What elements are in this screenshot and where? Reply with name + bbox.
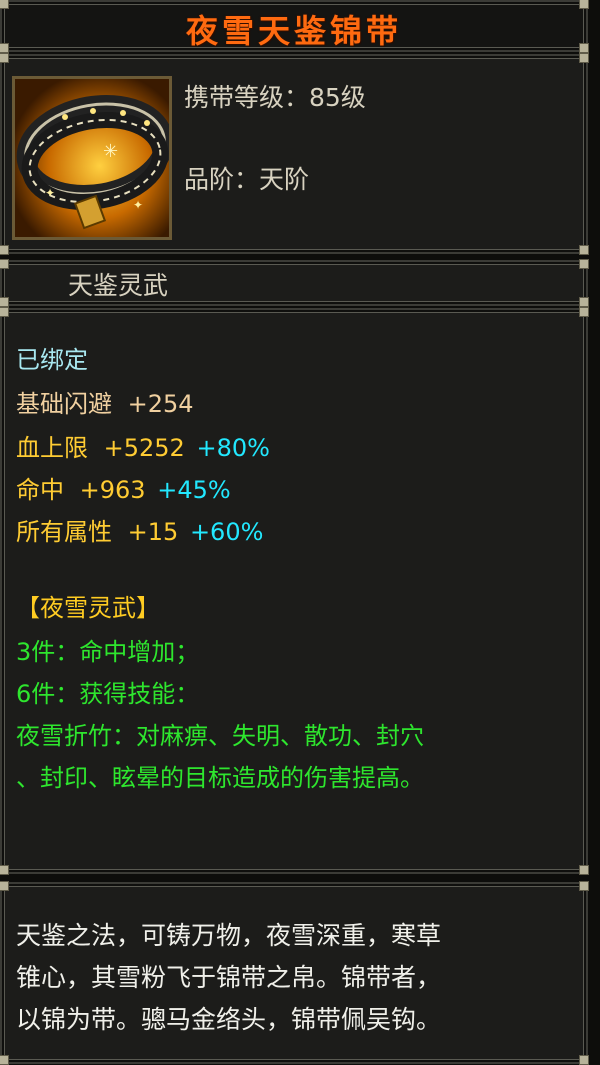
belt-icon: ✳ ✦ ✦ — [15, 79, 169, 237]
stat-value: +254 — [127, 390, 194, 418]
stat-label: 所有属性 — [16, 518, 112, 546]
stat-hit: 命中 +963 +45% — [16, 470, 231, 505]
stat-label: 血上限 — [16, 434, 88, 462]
bound-status: 已绑定 — [16, 346, 88, 374]
set-name: 天鉴灵武 — [68, 271, 169, 300]
svg-text:✦: ✦ — [133, 198, 143, 212]
tooltip-title-bar: 夜雪天鉴锦带 — [0, 0, 589, 53]
description-line: 锥心，其雪粉飞于锦带之帛。锦带者， — [16, 963, 442, 992]
stat-bonus: +80% — [196, 434, 270, 462]
svg-text:✳: ✳ — [103, 141, 118, 162]
stat-base-dodge: 基础闪避 +254 — [16, 384, 194, 419]
set-bonus-6pc: 6件：获得技能： — [16, 680, 200, 708]
description-line: 天鉴之法，可铸万物，夜雪深重，寒草 — [16, 921, 442, 950]
item-stats-panel: 已绑定 基础闪避 +254 血上限 +5252 +80% 命中 +963 +45… — [0, 307, 589, 875]
stat-bonus: +60% — [189, 518, 264, 546]
stat-value: +963 — [79, 476, 146, 504]
set-bonus-3pc: 3件：命中增加； — [16, 638, 200, 666]
item-description-panel: 天鉴之法，可铸万物，夜雪深重，寒草 锥心，其雪粉飞于锦带之帛。锦带者， 以锦为带… — [0, 881, 589, 1065]
stat-value: +5252 — [103, 434, 185, 462]
set-skill-desc-2: 、封印、眩晕的目标造成的伤害提高。 — [16, 764, 424, 792]
item-grade: 品阶：天阶 — [184, 165, 310, 194]
stat-label: 基础闪避 — [16, 390, 112, 418]
set-bonus-title: 【夜雪灵武】 — [16, 594, 160, 622]
description-line: 以锦为带。骢马金络头，锦带佩吴钩。 — [16, 1005, 442, 1034]
stat-all-attributes: 所有属性 +15 +60% — [16, 512, 263, 547]
item-name: 夜雪天鉴锦带 — [185, 12, 402, 50]
item-icon-frame: ✳ ✦ ✦ — [12, 76, 172, 240]
set-name-panel: 天鉴灵武 — [0, 259, 589, 307]
carry-level: 携带等级：85级 — [184, 83, 366, 112]
stat-value: +15 — [127, 518, 179, 546]
svg-text:✦: ✦ — [45, 186, 55, 200]
stat-hp: 血上限 +5252 +80% — [16, 428, 270, 463]
stat-label: 命中 — [16, 476, 64, 504]
stat-bonus: +45% — [157, 476, 231, 504]
set-skill-desc-1: 夜雪折竹：对麻痹、失明、散功、封穴 — [16, 722, 424, 750]
